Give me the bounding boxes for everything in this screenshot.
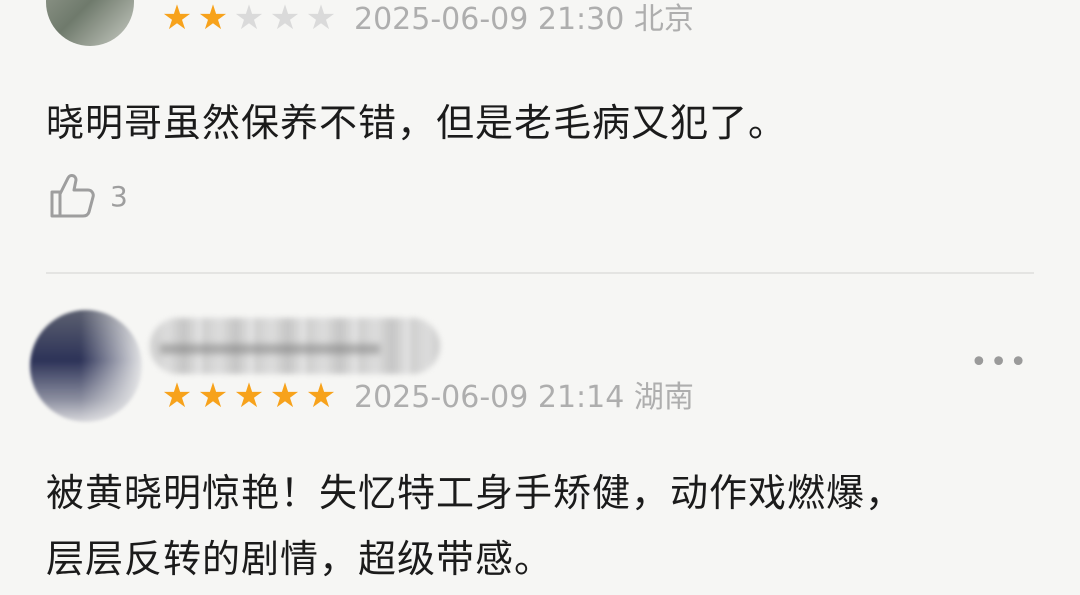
- comment-location: 北京: [633, 2, 694, 37]
- like-button[interactable]: 3: [46, 170, 128, 222]
- comment-text: 晓明哥虽然保养不错，但是老毛病又犯了。: [46, 101, 788, 145]
- star-icon: ★: [197, 376, 229, 416]
- comment-meta: 2025-06-09 21:14 湖南: [354, 378, 694, 418]
- like-count: 3: [110, 179, 128, 213]
- comment-timestamp: 2025-06-09 21:30: [354, 2, 625, 37]
- star-icon: ★: [269, 0, 301, 38]
- star-icon: ★: [305, 0, 337, 38]
- star-icon: ★: [233, 376, 265, 416]
- star-icon: ★: [233, 0, 265, 38]
- thumbs-up-icon: [50, 174, 95, 218]
- more-icon[interactable]: •••: [970, 348, 1029, 378]
- comment-list: ★ ★ ★ ★ ★ 2025-06-09 21:30 北京 晓明哥虽然保养不错，…: [0, 0, 1080, 595]
- rating-stars: ★ ★ ★ ★ ★: [160, 376, 338, 416]
- star-icon: ★: [305, 376, 337, 416]
- comment-text-line-2: 层层反转的剧情，超级带感。: [46, 537, 554, 581]
- star-icon: ★: [161, 376, 193, 416]
- star-icon: ★: [269, 376, 301, 416]
- divider: [46, 272, 1034, 274]
- comment-location: 湖南: [633, 380, 694, 415]
- star-icon: ★: [197, 0, 229, 38]
- username-blurred[interactable]: [150, 318, 440, 374]
- star-icon: ★: [161, 0, 193, 38]
- comment-timestamp: 2025-06-09 21:14: [354, 380, 625, 415]
- comment-meta: 2025-06-09 21:30 北京: [354, 0, 694, 40]
- comment-text-line-1: 被黄晓明惊艳！失忆特工身手矫健，动作戏燃爆，: [46, 471, 905, 515]
- avatar[interactable]: [30, 310, 142, 422]
- rating-stars: ★ ★ ★ ★ ★: [160, 0, 338, 38]
- avatar[interactable]: [46, 0, 134, 46]
